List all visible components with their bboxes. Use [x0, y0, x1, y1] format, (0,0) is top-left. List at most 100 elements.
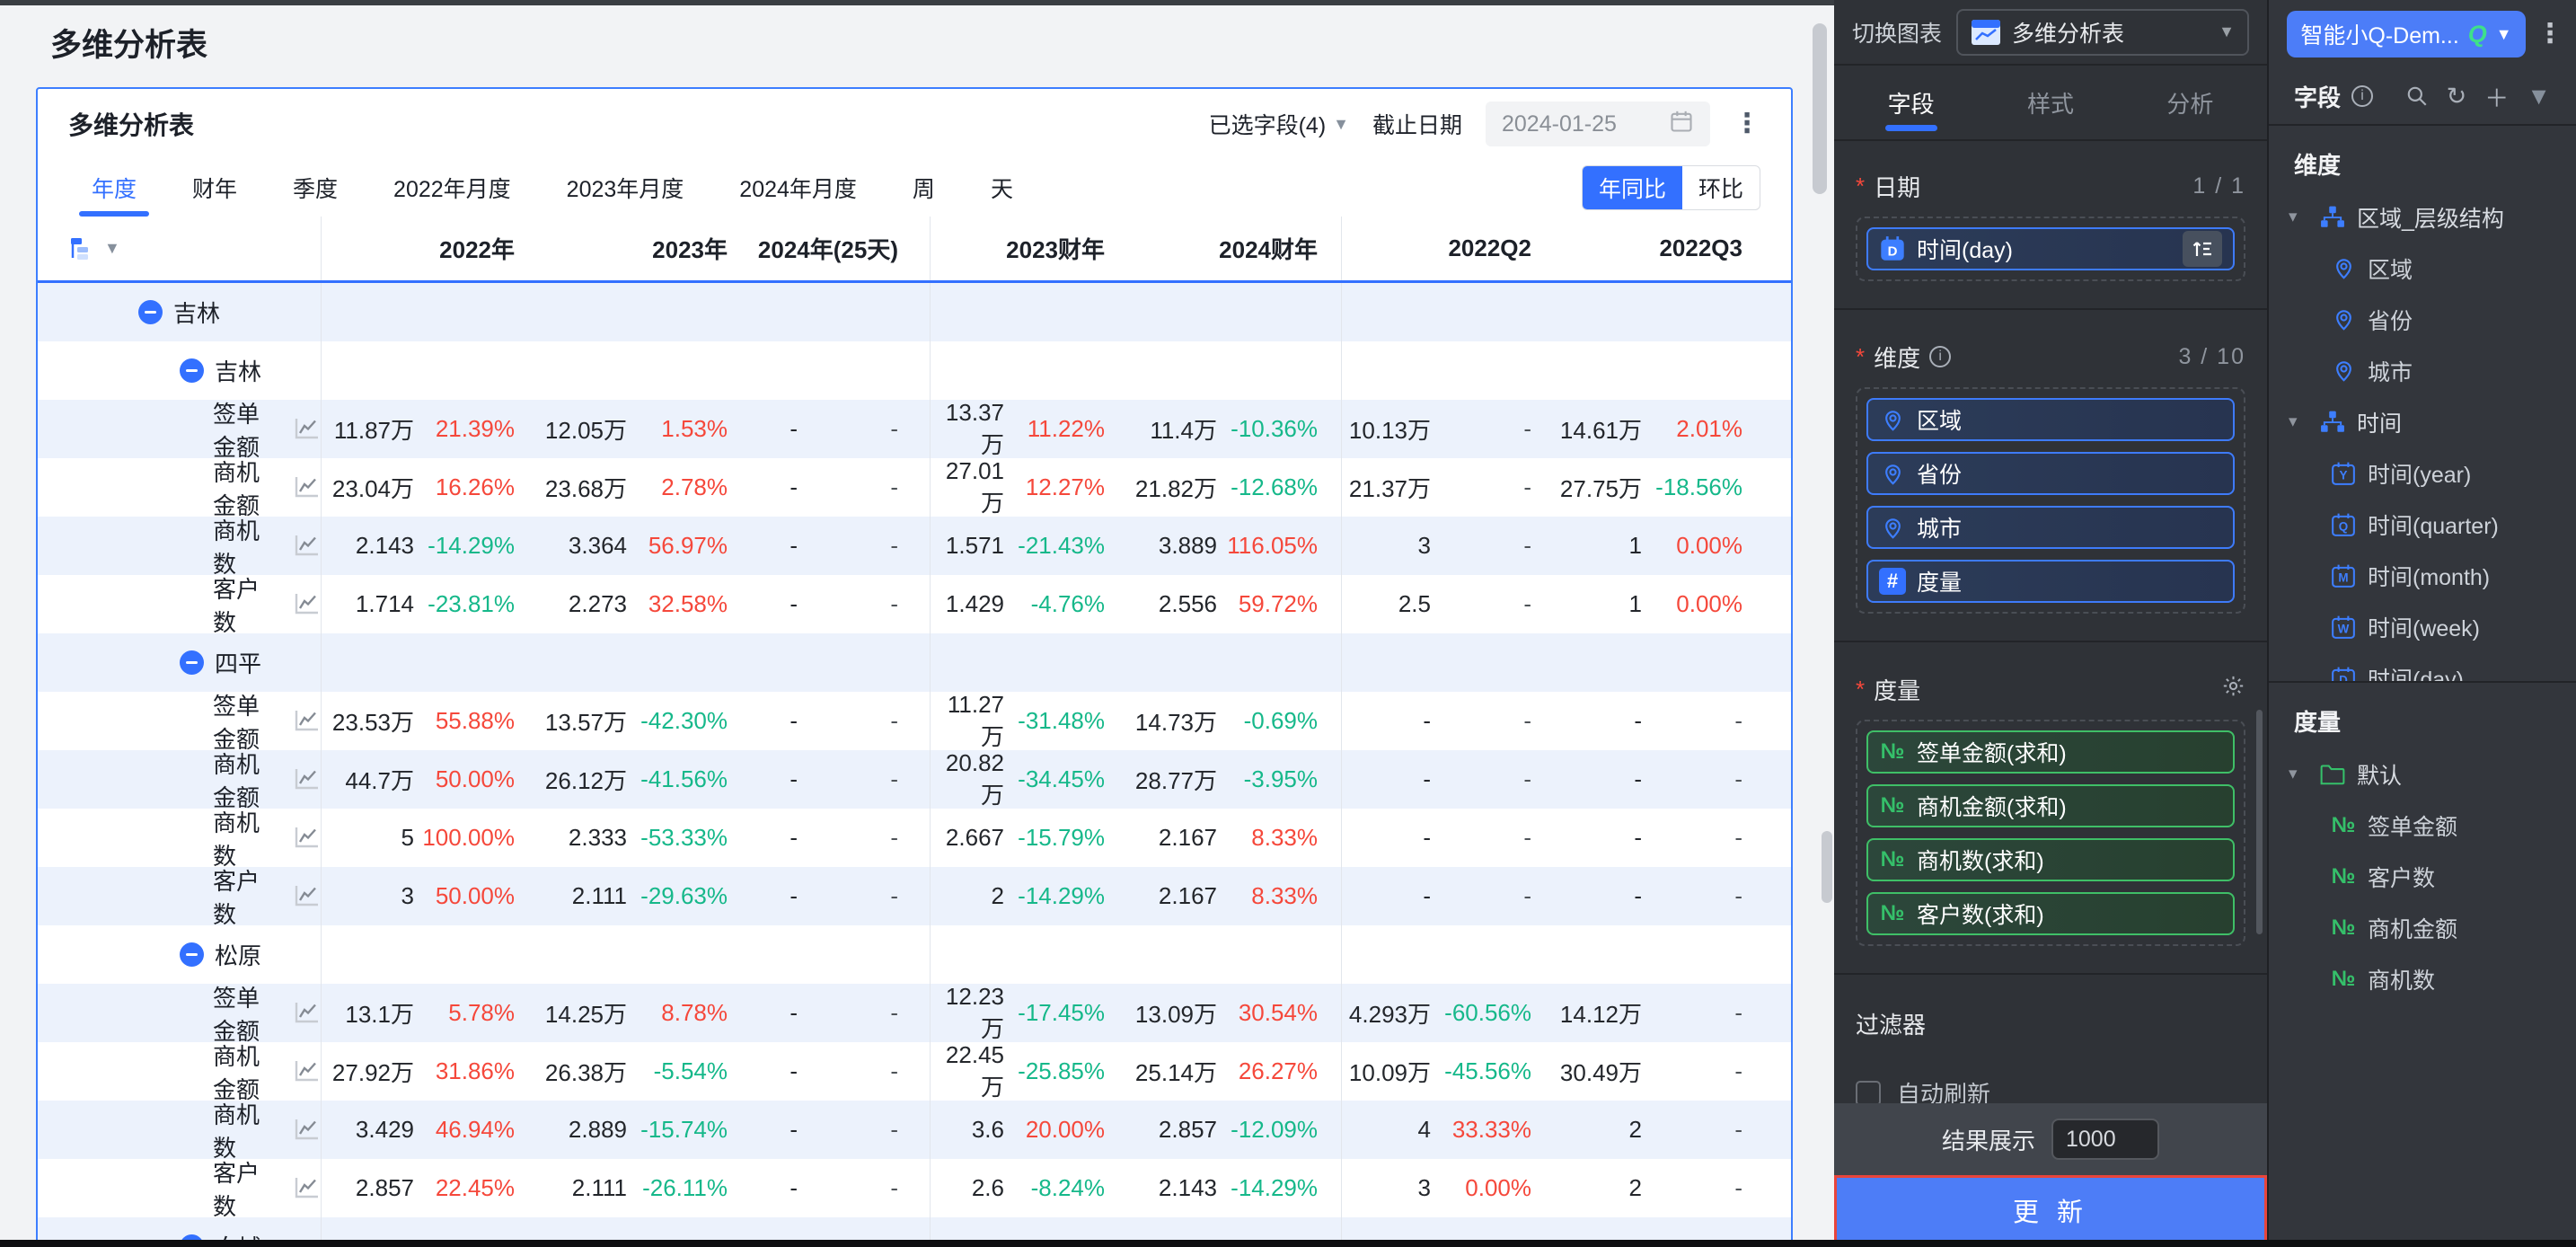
field-group[interactable]: ▾ 默认: [2269, 748, 2576, 800]
auto-refresh-checkbox[interactable]: [1856, 1080, 1881, 1103]
cell-change-pct: 12.27%: [1025, 473, 1105, 500]
trend-chart-icon[interactable]: [294, 826, 321, 850]
dimension-chip[interactable]: 城市: [1866, 506, 2235, 549]
column-header: 2023财年: [930, 217, 1114, 280]
collapse-minus-icon[interactable]: [138, 300, 163, 324]
selected-fields-dropdown[interactable]: 已选字段(4) ▼: [1209, 108, 1349, 140]
cell-value: 2.111: [571, 882, 627, 909]
trend-chart-icon[interactable]: [294, 767, 321, 792]
tab-财年[interactable]: 财年: [192, 159, 237, 217]
caret-down-icon[interactable]: ▾: [2289, 764, 2308, 784]
compare-option-环比[interactable]: 环比: [1682, 166, 1760, 209]
dimension-chip[interactable]: 省份: [1866, 452, 2235, 495]
field-item[interactable]: W 时间(week): [2269, 601, 2576, 652]
trend-chart-icon[interactable]: [294, 475, 321, 500]
collapse-minus-icon[interactable]: [180, 358, 204, 383]
date-field-chip[interactable]: D 时间(day): [1866, 227, 2235, 270]
cell-change-pct: -42.30%: [640, 707, 728, 734]
table-corner-cell[interactable]: ▼: [38, 217, 322, 280]
deadline-date-input[interactable]: 2024-01-25: [1486, 102, 1710, 146]
cell-change-pct: -60.56%: [1444, 999, 1531, 1026]
field-item[interactable]: № 客户数: [2269, 851, 2576, 902]
trend-chart-icon[interactable]: [294, 534, 321, 558]
tab-季度[interactable]: 季度: [293, 159, 338, 217]
refresh-icon[interactable]: ↻: [2447, 83, 2467, 111]
smart-q-button[interactable]: 智能小Q-Dem... Q ▼: [2287, 11, 2526, 57]
cell-value: -: [790, 590, 798, 617]
update-button[interactable]: 更 新: [1834, 1175, 2267, 1244]
trend-chart-icon[interactable]: [294, 1001, 321, 1025]
search-icon[interactable]: [2405, 84, 2429, 108]
folder-icon: [2319, 763, 2346, 786]
dimension-chip[interactable]: # 度量: [1866, 560, 2235, 603]
trend-chart-icon[interactable]: [294, 1176, 321, 1200]
trend-chart-icon[interactable]: [294, 709, 321, 733]
cell-value: 26.38万: [544, 1059, 627, 1086]
trend-chart-icon[interactable]: [294, 417, 321, 441]
required-mark: *: [1856, 342, 1866, 370]
more-options-icon[interactable]: ⋮: [2536, 21, 2563, 48]
data-cell: --: [737, 1042, 930, 1101]
field-item[interactable]: № 商机金额: [2269, 902, 2576, 953]
field-item-label: 时间(day): [2368, 667, 2464, 682]
trend-chart-icon[interactable]: [294, 1059, 321, 1083]
more-options-icon[interactable]: ⋮: [1734, 111, 1760, 137]
field-item[interactable]: M 时间(month): [2269, 550, 2576, 601]
data-cell: 10.13万 -: [1341, 400, 1540, 458]
sort-settings-icon[interactable]: [2183, 231, 2222, 267]
trend-chart-icon[interactable]: [294, 884, 321, 908]
tab-2022年月度[interactable]: 2022年月度: [393, 159, 511, 217]
config-tab-字段[interactable]: 字段: [1841, 66, 1981, 139]
tab-天[interactable]: 天: [991, 159, 1013, 217]
field-item[interactable]: D 时间(day): [2269, 652, 2576, 681]
number-icon: №: [1880, 739, 1905, 764]
data-cell: [737, 925, 930, 984]
gear-icon[interactable]: [2221, 674, 2245, 704]
field-item[interactable]: 区域: [2269, 243, 2576, 294]
field-item[interactable]: 城市: [2269, 345, 2576, 396]
field-item[interactable]: Q 时间(quarter): [2269, 499, 2576, 550]
measure-chip[interactable]: № 商机数(求和): [1866, 838, 2235, 881]
data-cell: 13.57万 -42.30%: [524, 692, 737, 750]
field-group[interactable]: ▾ 时间: [2269, 396, 2576, 447]
tab-年度[interactable]: 年度: [78, 159, 150, 217]
config-scrollbar-handle[interactable]: [2256, 710, 2263, 934]
tab-周[interactable]: 周: [913, 159, 935, 217]
tab-2023年月度[interactable]: 2023年月度: [567, 159, 684, 217]
dimension-chip[interactable]: 区域: [1866, 398, 2235, 441]
field-group[interactable]: ▾ 区域_层级结构: [2269, 191, 2576, 243]
trend-chart-icon[interactable]: [294, 1118, 321, 1142]
collapse-minus-icon[interactable]: [180, 650, 204, 675]
data-cell: [524, 283, 737, 341]
caret-down-icon[interactable]: ▾: [2289, 207, 2308, 227]
add-field-icon[interactable]: ＋: [2484, 79, 2509, 114]
field-item[interactable]: 省份: [2269, 294, 2576, 345]
field-item[interactable]: № 商机数: [2269, 953, 2576, 1004]
main-scrollbar-handle[interactable]: [1813, 23, 1827, 194]
measure-chip[interactable]: № 商机金额(求和): [1866, 784, 2235, 827]
measure-chip[interactable]: № 签单金额(求和): [1866, 730, 2235, 774]
cell-change-pct: -: [890, 1174, 898, 1201]
chevron-down-icon[interactable]: ▼: [2527, 83, 2551, 111]
result-count-input[interactable]: [2051, 1119, 2159, 1160]
switch-chart-label: 切换图表: [1852, 21, 1943, 47]
config-tab-分析[interactable]: 分析: [2121, 66, 2260, 139]
data-cell: 27.01万 12.27%: [930, 457, 1114, 517]
chart-type-select[interactable]: 多维分析表 ▼: [1956, 8, 2249, 56]
cell-change-pct: -25.85%: [1018, 1057, 1105, 1084]
config-tab-样式[interactable]: 样式: [1981, 66, 2120, 139]
measure-chip[interactable]: № 客户数(求和): [1866, 892, 2235, 935]
table-body: 吉林 吉林 签单金额 11.87万 21.39% 12.05万 1.53% - -13.37万 1…: [38, 283, 1791, 1247]
trend-chart-icon[interactable]: [294, 592, 321, 616]
collapse-minus-icon[interactable]: [180, 942, 204, 967]
panel-scrollbar-handle[interactable]: [1822, 831, 1832, 903]
field-item[interactable]: № 签单金额: [2269, 800, 2576, 851]
cal-D-icon: D: [2330, 666, 2357, 681]
compare-option-年同比[interactable]: 年同比: [1582, 166, 1682, 209]
cell-change-pct: -: [890, 415, 898, 442]
tab-2024年月度[interactable]: 2024年月度: [739, 159, 857, 217]
field-item[interactable]: Y 时间(year): [2269, 447, 2576, 499]
data-cell: 13.09万 30.54%: [1114, 984, 1341, 1042]
cell-value: 11.87万: [333, 417, 414, 444]
caret-down-icon[interactable]: ▾: [2289, 411, 2308, 432]
